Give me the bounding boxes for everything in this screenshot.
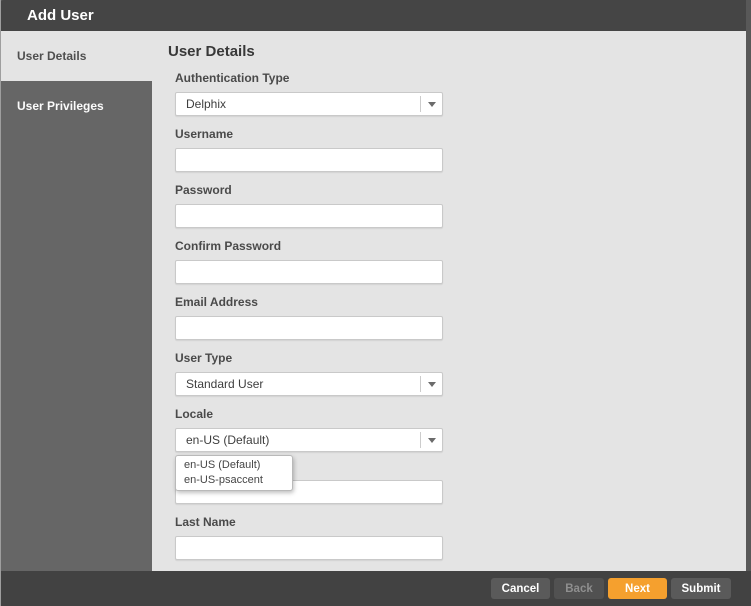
field-label: Email Address xyxy=(175,295,258,309)
sidebar-item-label: User Privileges xyxy=(17,99,104,113)
chevron-down-icon[interactable] xyxy=(420,96,442,112)
next-button[interactable]: Next xyxy=(608,578,667,599)
dialog-left-border xyxy=(0,0,1,606)
field-label: User Type xyxy=(175,351,233,365)
submit-button[interactable]: Submit xyxy=(671,578,731,599)
sidebar xyxy=(0,81,152,571)
locale-group: Locale en-US (Default) xyxy=(175,407,443,452)
field-label: Confirm Password xyxy=(175,239,282,253)
last-name-group: Last Name xyxy=(175,515,443,560)
dialog-footer: Cancel Back Next Submit xyxy=(0,571,751,606)
locale-dropdown-menu: en-US (Default) en-US-psaccent xyxy=(175,455,293,491)
sidebar-item-user-details[interactable]: User Details xyxy=(0,31,152,81)
field-label: Username xyxy=(175,127,234,141)
username-group: Username xyxy=(175,127,443,172)
cancel-button[interactable]: Cancel xyxy=(491,578,550,599)
field-label: Locale xyxy=(175,407,214,421)
back-button[interactable]: Back xyxy=(554,578,604,599)
dialog-title: Add User xyxy=(0,0,746,31)
page-title: User Details xyxy=(168,43,255,60)
field-label: Password xyxy=(175,183,232,197)
last-name-input[interactable] xyxy=(175,536,443,560)
sidebar-item-label: User Details xyxy=(17,49,87,63)
email-address-group: Email Address xyxy=(175,295,443,340)
password-group: Password xyxy=(175,183,443,228)
field-label: Last Name xyxy=(175,515,236,529)
locale-option-en-us-psaccent[interactable]: en-US-psaccent xyxy=(176,473,292,488)
authentication-type-group: Authentication Type Delphix xyxy=(175,71,443,116)
chevron-down-icon[interactable] xyxy=(420,376,442,392)
selected-value: Delphix xyxy=(186,97,227,111)
user-type-select[interactable]: Standard User xyxy=(175,372,443,396)
confirm-password-group: Confirm Password xyxy=(175,239,443,284)
password-input[interactable] xyxy=(175,204,443,228)
user-type-group: User Type Standard User xyxy=(175,351,443,396)
locale-select[interactable]: en-US (Default) xyxy=(175,428,443,452)
email-address-input[interactable] xyxy=(175,316,443,340)
confirm-password-input[interactable] xyxy=(175,260,443,284)
chevron-down-icon[interactable] xyxy=(420,432,442,448)
authentication-type-select[interactable]: Delphix xyxy=(175,92,443,116)
sidebar-item-user-privileges[interactable]: User Privileges xyxy=(0,81,152,131)
add-user-dialog: Add User User Details User Privileges Us… xyxy=(0,0,751,606)
username-input[interactable] xyxy=(175,148,443,172)
selected-value: en-US (Default) xyxy=(186,433,270,447)
selected-value: Standard User xyxy=(186,377,264,391)
field-label: Authentication Type xyxy=(175,71,290,85)
locale-option-en-us-default[interactable]: en-US (Default) xyxy=(176,458,292,473)
